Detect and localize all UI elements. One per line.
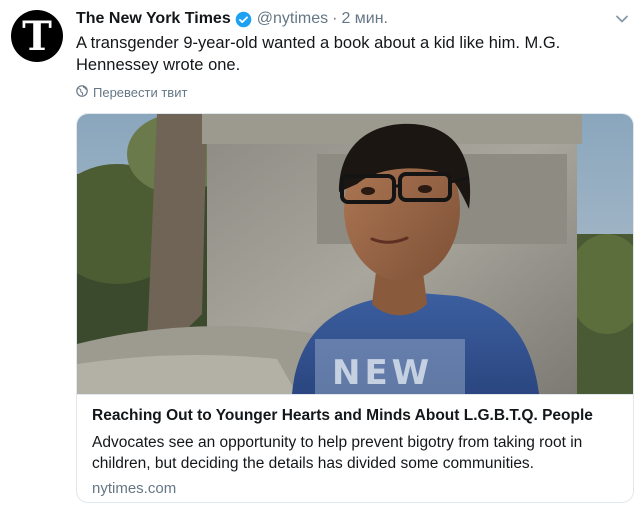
translate-tweet-link[interactable]: Перевести твит (76, 85, 187, 100)
timestamp[interactable]: 2 мин. (341, 10, 388, 28)
card-body[interactable]: Reaching Out to Younger Hearts and Minds… (77, 394, 633, 502)
avatar[interactable]: T (11, 10, 63, 62)
card-description: Advocates see an opportunity to help pre… (92, 434, 583, 472)
tweet-header: The New York Times @nytimes · 2 мин. (76, 8, 603, 30)
link-card[interactable]: NEW Reaching Out to Younger Hearts and M… (76, 113, 634, 503)
tweet-text: A transgender 9-year-old wanted a book a… (76, 34, 561, 74)
shirt-print-text: NEW (332, 353, 433, 393)
card-title[interactable]: Reaching Out to Younger Hearts and Minds… (92, 407, 593, 425)
author-handle[interactable]: @nytimes (257, 10, 328, 28)
nyt-logo: T (22, 13, 52, 60)
verified-badge-icon (235, 11, 252, 28)
author-name[interactable]: The New York Times (76, 10, 231, 28)
globe-icon (76, 85, 93, 100)
translate-label: Перевести твит (93, 85, 188, 100)
separator-dot: · (332, 10, 338, 27)
card-image[interactable]: NEW (77, 114, 633, 394)
chevron-down-icon[interactable] (615, 12, 629, 26)
card-domain[interactable]: nytimes.com (92, 480, 176, 497)
